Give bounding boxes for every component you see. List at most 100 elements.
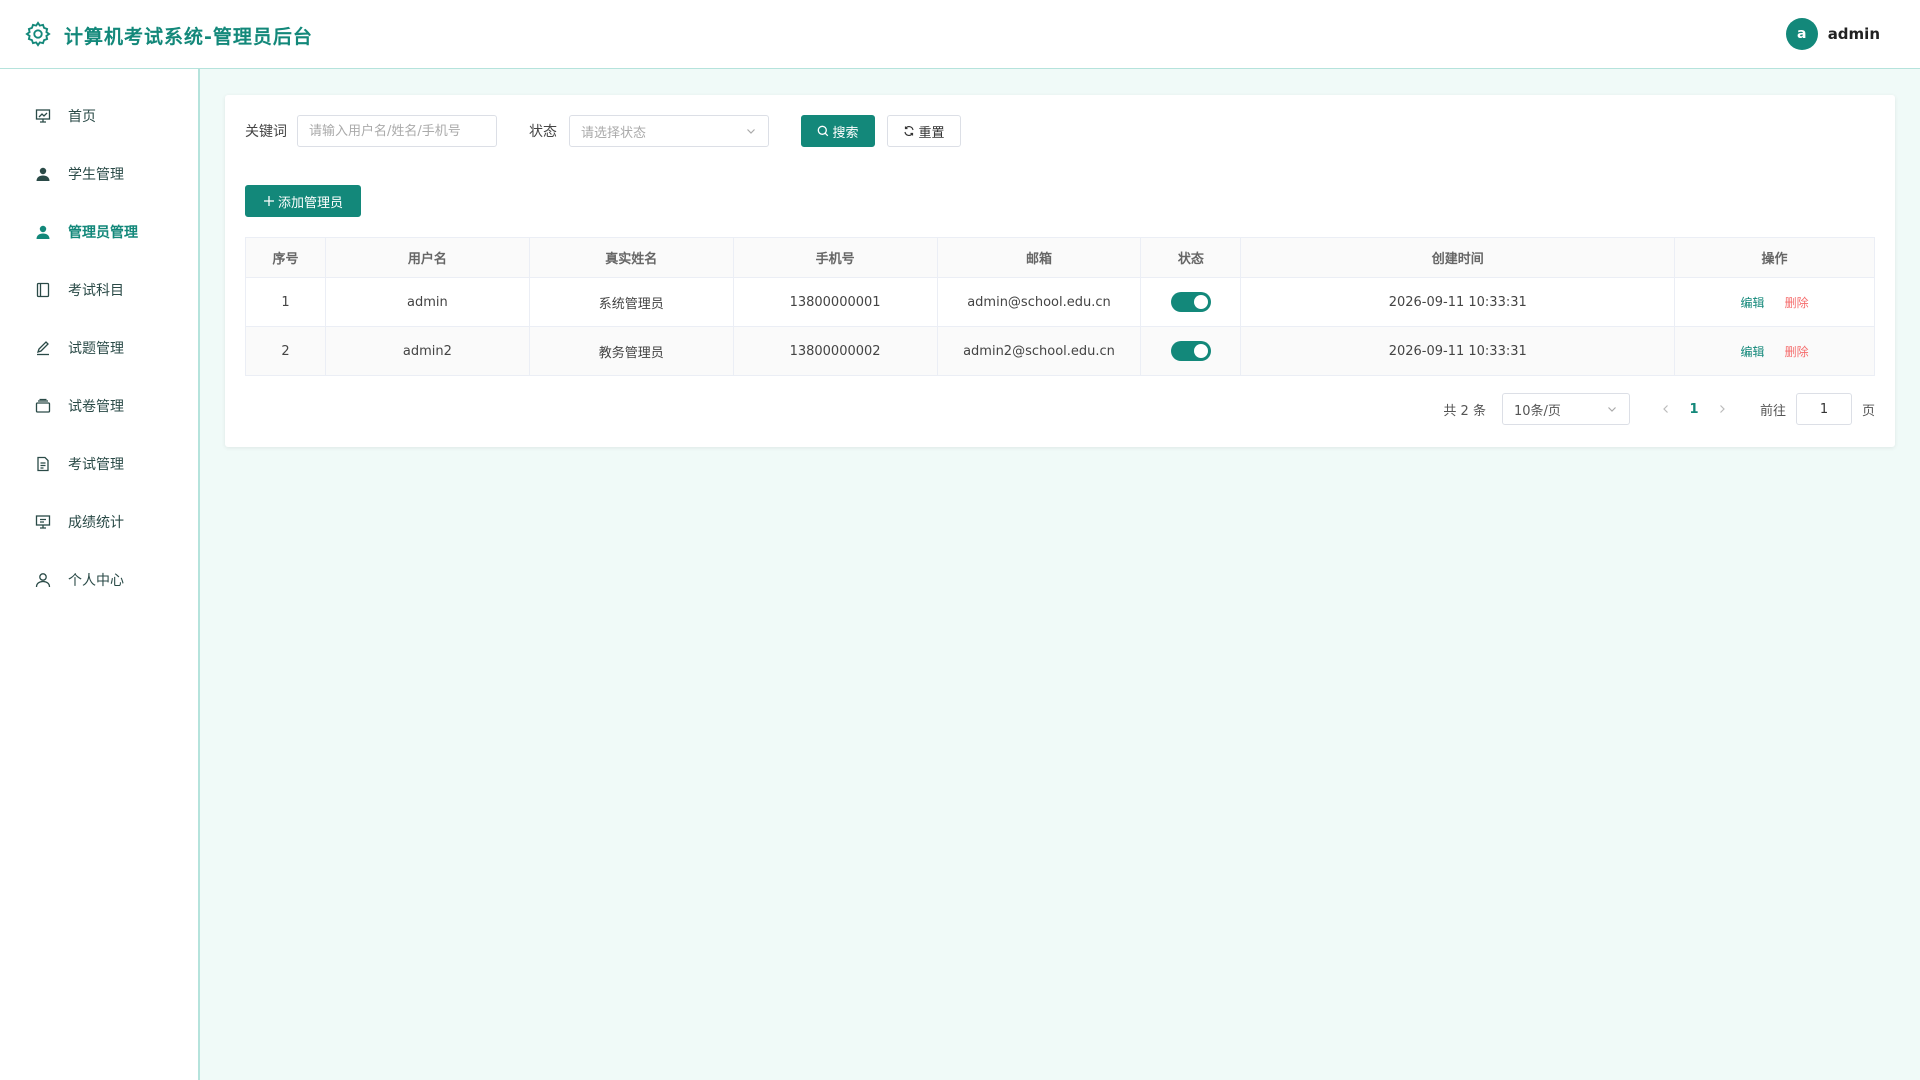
table-header-row: 序号 用户名 真实姓名 手机号 邮箱 状态 创建时间 操作 [245, 237, 1875, 278]
cell-username: admin [324, 277, 530, 327]
gear-icon [25, 21, 51, 47]
sidebar-item-label: 成绩统计 [68, 515, 124, 531]
status-select[interactable]: 请选择状态 [569, 115, 769, 147]
sidebar-item-label: 学生管理 [68, 167, 124, 183]
page-size-value: 10条/页 [1513, 403, 1561, 419]
user-outline-icon [34, 571, 52, 589]
column-header: 状态 [1140, 237, 1242, 278]
edit-link[interactable]: 编辑 [1740, 296, 1764, 310]
page-size-select[interactable]: 10条/页 [1501, 393, 1630, 425]
avatar[interactable]: a [1785, 18, 1818, 50]
cell-created: 2026-09-11 10:33:31 [1240, 277, 1676, 327]
sidebar-item-label: 个人中心 [68, 573, 124, 589]
keyword-label: 关键词 [245, 124, 287, 140]
chevron-right-icon [1720, 405, 1725, 413]
goto-page-input[interactable] [1795, 393, 1852, 425]
sidebar-item-questions[interactable]: 试题管理 [0, 319, 198, 377]
document-icon [34, 455, 52, 473]
page-suffix: 页 [1861, 403, 1875, 419]
column-header: 操作 [1674, 237, 1875, 278]
table-row: 1 admin 系统管理员 13800000001 admin@school.e… [245, 277, 1875, 327]
edit-link[interactable]: 编辑 [1740, 345, 1764, 359]
toggle-knob [1193, 295, 1208, 309]
main-card: 关键词 状态 请选择状态 搜索 重置 添加管理员 序号 用户名 真实姓名 手机号… [225, 95, 1895, 447]
column-header: 真实姓名 [528, 237, 734, 278]
sidebar-item-home[interactable]: 首页 [0, 87, 198, 145]
column-header: 创建时间 [1240, 237, 1676, 278]
add-admin-button[interactable]: 添加管理员 [245, 185, 361, 217]
cell-phone: 13800000002 [732, 326, 938, 376]
status-label: 状态 [529, 124, 557, 140]
delete-link[interactable]: 删除 [1785, 345, 1809, 359]
cell-actions: 编辑 删除 [1674, 326, 1875, 376]
sidebar-item-scores[interactable]: 成绩统计 [0, 493, 198, 551]
toggle-knob [1193, 344, 1208, 358]
cell-phone: 13800000001 [732, 277, 938, 327]
sidebar-item-label: 试卷管理 [68, 399, 124, 415]
status-toggle[interactable] [1170, 292, 1211, 312]
column-header: 用户名 [324, 237, 530, 278]
dashboard-icon [34, 107, 52, 125]
cell-realname: 系统管理员 [528, 277, 734, 327]
cell-actions: 编辑 删除 [1674, 277, 1875, 327]
cell-index: 2 [245, 326, 326, 376]
top-header: 计算机考试系统-管理员后台 a admin [0, 0, 1920, 69]
admin-table: 序号 用户名 真实姓名 手机号 邮箱 状态 创建时间 操作 1 admin 系统… [245, 237, 1875, 376]
sidebar-item-subjects[interactable]: 考试科目 [0, 261, 198, 319]
sidebar-item-profile[interactable]: 个人中心 [0, 551, 198, 609]
user-menu[interactable]: a admin [1785, 18, 1880, 50]
sidebar-item-admins[interactable]: 管理员管理 [0, 203, 198, 261]
add-admin-button-label: 添加管理员 [277, 195, 343, 211]
edit-pen-icon [34, 339, 52, 357]
cell-index: 1 [245, 277, 326, 327]
user-filled-icon [34, 223, 52, 241]
search-button-label: 搜索 [832, 125, 859, 141]
pagination: 共 2 条 10条/页 1 前往 页 [1443, 393, 1875, 425]
notebook-icon [34, 281, 52, 299]
reset-button-label: 重置 [918, 125, 945, 141]
page-number-current[interactable]: 1 [1680, 402, 1708, 417]
goto-label: 前往 [1759, 403, 1786, 419]
refresh-icon [904, 126, 915, 136]
sidebar-item-label: 管理员管理 [68, 225, 138, 241]
user-filled-icon [34, 165, 52, 183]
presentation-icon [34, 513, 52, 531]
cell-status [1140, 277, 1242, 327]
sidebar-item-label: 试题管理 [68, 341, 124, 357]
cell-username: admin2 [324, 326, 530, 376]
sidebar-item-label: 考试管理 [68, 457, 124, 473]
status-placeholder: 请选择状态 [581, 125, 647, 141]
status-toggle[interactable] [1170, 341, 1211, 361]
sidebar: 首页 学生管理 管理员管理 考试科目 试题管理 试卷管理 考试管理 成绩统计 个… [0, 69, 200, 1080]
plus-icon [263, 196, 274, 206]
sidebar-item-label: 考试科目 [68, 283, 124, 299]
reset-button[interactable]: 重置 [887, 115, 961, 147]
chevron-down-icon [747, 129, 755, 134]
next-page-button[interactable] [1708, 404, 1736, 414]
chevron-down-icon [1608, 407, 1616, 412]
delete-link[interactable]: 删除 [1785, 296, 1809, 310]
sidebar-item-papers[interactable]: 试卷管理 [0, 377, 198, 435]
keyword-input[interactable] [297, 115, 497, 147]
chevron-left-icon [1663, 405, 1668, 413]
search-button[interactable]: 搜索 [801, 115, 875, 147]
cell-status [1140, 326, 1242, 376]
sidebar-item-students[interactable]: 学生管理 [0, 145, 198, 203]
table-row: 2 admin2 教务管理员 13800000002 admin2@school… [245, 326, 1875, 376]
folder-stack-icon [34, 397, 52, 415]
total-count: 共 2 条 [1443, 403, 1486, 419]
sidebar-item-exams[interactable]: 考试管理 [0, 435, 198, 493]
column-header: 邮箱 [936, 237, 1142, 278]
column-header: 序号 [245, 237, 326, 278]
prev-page-button[interactable] [1652, 404, 1680, 414]
column-header: 手机号 [732, 237, 938, 278]
sidebar-item-label: 首页 [68, 109, 96, 125]
cell-email: admin@school.edu.cn [936, 277, 1142, 327]
filter-bar: 关键词 状态 请选择状态 搜索 重置 [245, 115, 961, 147]
username-label[interactable]: admin [1828, 25, 1880, 43]
cell-email: admin2@school.edu.cn [936, 326, 1142, 376]
cell-realname: 教务管理员 [528, 326, 734, 376]
cell-created: 2026-09-11 10:33:31 [1240, 326, 1676, 376]
app-title: 计算机考试系统-管理员后台 [64, 26, 313, 48]
search-icon [818, 125, 829, 137]
